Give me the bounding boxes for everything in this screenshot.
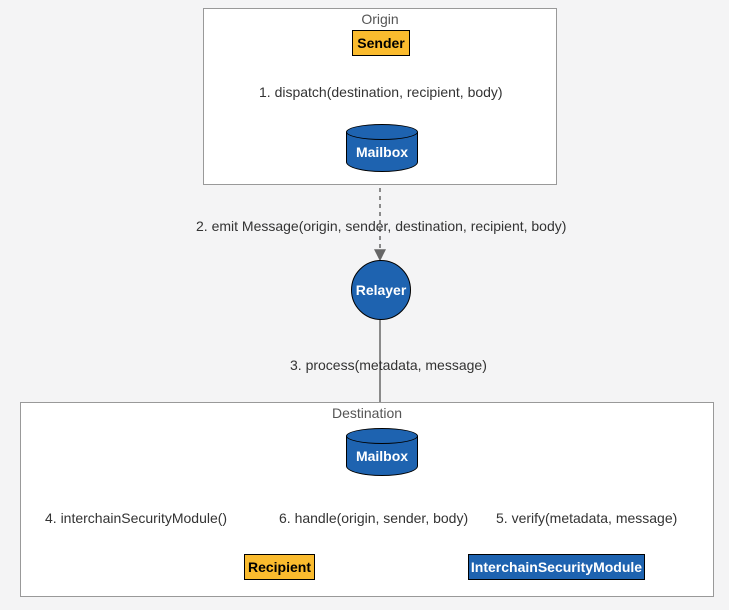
node-mailbox-destination: Mailbox	[346, 436, 418, 476]
edge-1-label: 1. dispatch(destination, recipient, body…	[256, 84, 506, 100]
edge-2-label: 2. emit Message(origin, sender, destinat…	[193, 218, 569, 234]
node-relayer: Relayer	[351, 260, 411, 320]
diagram-canvas: Origin Sender 1. dispatch(destination, r…	[0, 0, 729, 610]
edge-3-label: 3. process(metadata, message)	[287, 357, 490, 373]
node-mailbox-origin: Mailbox	[346, 132, 418, 172]
group-destination-title: Destination	[21, 405, 713, 421]
node-ism: InterchainSecurityModule	[468, 554, 645, 580]
group-origin-title: Origin	[204, 11, 556, 27]
node-recipient: Recipient	[244, 554, 315, 580]
node-relayer-label: Relayer	[356, 282, 407, 298]
node-mailbox-origin-label: Mailbox	[346, 132, 418, 172]
node-ism-label: InterchainSecurityModule	[471, 559, 642, 575]
node-recipient-label: Recipient	[248, 559, 311, 575]
node-sender-label: Sender	[357, 35, 404, 51]
edge-5-label: 5. verify(metadata, message)	[493, 510, 680, 526]
node-mailbox-destination-label: Mailbox	[346, 436, 418, 476]
edge-6-label: 6. handle(origin, sender, body)	[276, 510, 471, 526]
edge-4-label: 4. interchainSecurityModule()	[42, 510, 230, 526]
node-sender: Sender	[352, 30, 410, 56]
